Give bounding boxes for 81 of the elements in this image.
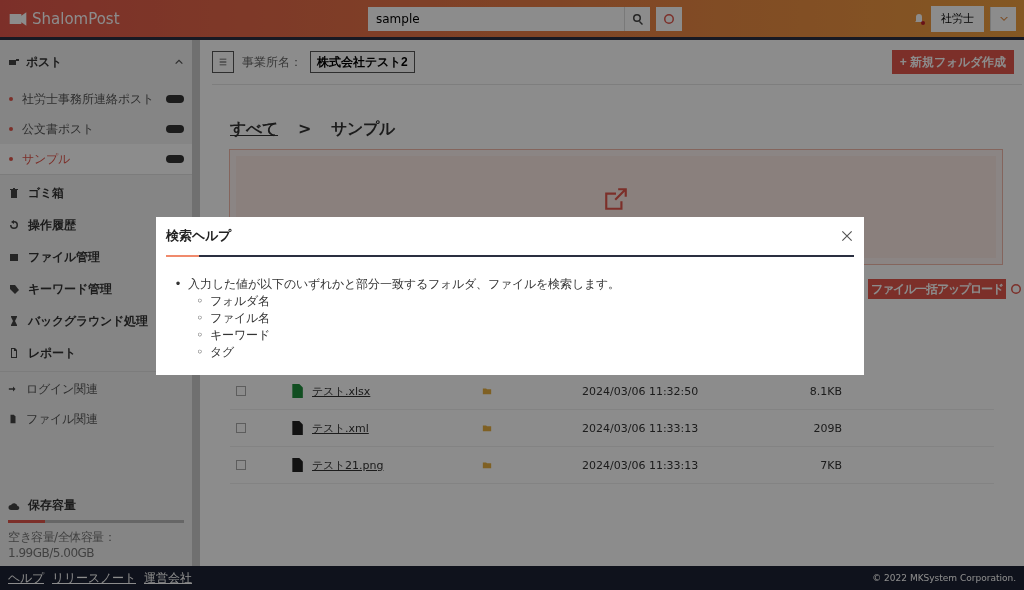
box-icon bbox=[8, 251, 20, 263]
dialog-title: 検索ヘルプ bbox=[166, 227, 231, 245]
folder-icon bbox=[482, 423, 492, 433]
help-list-item: フォルダ名 bbox=[210, 292, 270, 309]
sidebar-menu-item[interactable]: レポート bbox=[0, 337, 84, 369]
row-checkbox[interactable] bbox=[236, 460, 246, 470]
search-icon bbox=[631, 12, 644, 25]
sidebar-menu-item[interactable]: ログイン関連 bbox=[0, 374, 106, 404]
search-field[interactable]: sample bbox=[368, 6, 624, 31]
bullet-marker: ◦ bbox=[196, 343, 204, 360]
bullet-marker: ◦ bbox=[196, 309, 204, 326]
bullet-marker: • bbox=[174, 275, 182, 292]
date-cell-text: 2024/03/06 11:33:13 bbox=[582, 458, 700, 472]
sidebar-menu-item[interactable]: キーワード管理 bbox=[0, 273, 120, 305]
size-cell-text: 7KB bbox=[819, 458, 842, 472]
sidebar-item[interactable]: 社労士事務所連絡ポスト bbox=[0, 84, 192, 114]
folder-icon bbox=[482, 460, 492, 470]
login-icon bbox=[8, 384, 18, 394]
date-cell-text: 2024/03/06 11:32:50 bbox=[582, 384, 700, 398]
storage-reading: 空き容量/全体容量：1.99GB/5.00GB bbox=[8, 529, 117, 560]
sidebar-item[interactable]: 公文書ポスト bbox=[0, 114, 192, 144]
storage-label: 保存容量 bbox=[28, 497, 76, 514]
close-button[interactable] bbox=[840, 229, 854, 243]
spreadsheet-file-icon bbox=[290, 384, 304, 398]
row-checkbox[interactable] bbox=[236, 423, 246, 433]
sidebar-menu-item[interactable]: バックグラウンド処理 bbox=[0, 305, 156, 337]
breadcrumb-link[interactable]: すべて bbox=[230, 119, 278, 140]
new-folder-button[interactable]: + 新規フォルダ作成 bbox=[891, 50, 1014, 74]
footer-link[interactable]: ヘルプ bbox=[8, 569, 44, 587]
sidebar-menu-item[interactable]: ファイル管理 bbox=[0, 241, 108, 273]
sidebar-item[interactable]: サンプル bbox=[0, 144, 192, 174]
sidebar-menu-item[interactable]: ファイル関連 bbox=[0, 404, 106, 434]
bell-icon bbox=[913, 12, 925, 25]
footer-link[interactable]: リリースノート bbox=[52, 569, 136, 587]
code-file-icon bbox=[290, 421, 304, 435]
close-icon bbox=[840, 229, 854, 243]
count-badge bbox=[166, 125, 184, 133]
bullet-marker: ◦ bbox=[196, 326, 204, 343]
footer-link[interactable]: 運営会社 bbox=[144, 569, 192, 587]
office-selector[interactable]: 株式会社テスト2 bbox=[310, 51, 415, 73]
file-link[interactable]: テスト.xml bbox=[312, 420, 482, 436]
image-file-icon bbox=[290, 458, 304, 472]
mailbox-icon bbox=[8, 56, 20, 68]
size-cell-text: 209B bbox=[812, 421, 842, 435]
bullet-marker: ◦ bbox=[196, 292, 204, 309]
sidebar-menu-item[interactable]: ゴミ箱 bbox=[0, 177, 72, 209]
document-icon bbox=[8, 347, 20, 359]
help-text: 入力した値が以下のいずれかと部分一致するフォルダ、ファイルを検索します。 bbox=[188, 275, 620, 292]
menu-button[interactable] bbox=[212, 51, 234, 73]
file-link[interactable]: テスト.xlsx bbox=[312, 383, 482, 399]
dot-icon bbox=[8, 96, 14, 102]
count-badge bbox=[166, 95, 184, 103]
file-icon bbox=[8, 414, 18, 424]
date-cell-text: 2024/03/06 11:33:13 bbox=[582, 421, 700, 435]
user-menu-button[interactable]: 社労士 bbox=[931, 5, 984, 32]
external-link-icon bbox=[603, 186, 629, 212]
help-list-item: キーワード bbox=[210, 326, 270, 343]
sidebar-menu-item[interactable]: 操作履歴 bbox=[0, 209, 84, 241]
help-list-item: ファイル名 bbox=[210, 309, 270, 326]
dropdown-button[interactable] bbox=[990, 6, 1016, 31]
count-badge bbox=[166, 155, 184, 163]
help-button[interactable] bbox=[656, 6, 682, 31]
hourglass-icon bbox=[8, 315, 20, 327]
copyright: © 2022 MKSystem Corporation. bbox=[872, 573, 1016, 583]
bulk-upload-button[interactable]: ファイル一括アップロード bbox=[868, 279, 1006, 299]
sidebar-section-header[interactable]: ポスト bbox=[0, 40, 192, 84]
logo-text: ShalomPost bbox=[32, 9, 120, 28]
tag-icon bbox=[8, 283, 20, 295]
file-link[interactable]: テスト21.png bbox=[312, 457, 482, 473]
history-icon bbox=[8, 219, 20, 231]
search-button[interactable] bbox=[624, 6, 650, 31]
dot-icon bbox=[8, 126, 14, 132]
size-cell-text: 8.1KB bbox=[808, 384, 842, 398]
folder-icon bbox=[482, 386, 492, 396]
dot-icon bbox=[8, 156, 14, 162]
breadcrumb-item: サンプル bbox=[331, 119, 396, 140]
row-checkbox[interactable] bbox=[236, 386, 246, 396]
breadcrumb-item: > bbox=[298, 119, 312, 140]
help-list-item: タグ bbox=[210, 343, 234, 360]
trash-icon bbox=[8, 187, 20, 199]
office-label: 事業所名： bbox=[242, 53, 302, 71]
